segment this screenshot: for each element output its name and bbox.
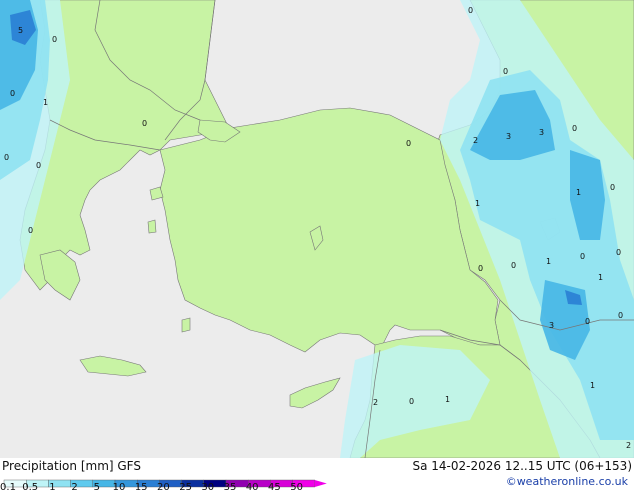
map-canvas: 5 0 0 1 0 0 0 0 0 0 0 2 3 3 0 0 1 1 0 0 … [0, 0, 634, 458]
contour-label: 2 [626, 441, 631, 450]
legend-label: 20 [157, 482, 170, 493]
contour-label: 0 [585, 317, 590, 326]
contour-label: 1 [445, 395, 450, 404]
contour-label: 1 [598, 273, 603, 282]
legend-label: 1 [49, 482, 56, 493]
contour-label: 1 [590, 381, 595, 390]
contour-label: 0 [511, 261, 516, 270]
legend-label: 15 [134, 482, 148, 493]
contour-label: 5 [18, 26, 23, 35]
legend-label: 25 [179, 482, 192, 493]
contour-label: 1 [43, 98, 48, 107]
contour-label: 0 [468, 6, 473, 15]
contour-label: 3 [549, 321, 554, 330]
legend-label: 2 [71, 482, 78, 493]
contour-label: 0 [10, 89, 15, 98]
contour-label: 0 [580, 252, 585, 261]
contour-label: 3 [539, 128, 544, 137]
contour-label: 0 [28, 226, 33, 235]
contour-label: 1 [475, 199, 480, 208]
legend-label: 0.1 [0, 482, 16, 493]
legend-label: 5 [93, 482, 100, 493]
contour-label: 3 [506, 132, 511, 141]
contour-label: 0 [618, 311, 623, 320]
legend-overflow-arrow [314, 480, 327, 487]
contour-label: 2 [473, 136, 478, 145]
contour-label: 0 [406, 139, 411, 148]
legend-label: 50 [290, 482, 303, 493]
contour-label: 0 [616, 248, 621, 257]
credit-link[interactable]: ©weatheronline.co.uk [506, 476, 628, 488]
legend-label: 35 [223, 482, 237, 493]
contour-label: 0 [409, 397, 414, 406]
legend-label: 10 [112, 482, 126, 493]
contour-label: 1 [546, 257, 551, 266]
contour-label: 0 [4, 153, 9, 162]
legend-label: 0.5 [22, 482, 39, 493]
contour-label: 2 [373, 398, 378, 407]
contour-label: 0 [52, 35, 57, 44]
map-title: Precipitation [mm] GFS [2, 459, 141, 473]
precipitation-map: 5 0 0 1 0 0 0 0 0 0 0 2 3 3 0 0 1 1 0 0 … [0, 0, 634, 458]
map-footer: Precipitation [mm] GFS Sa 14-02-2026 12.… [0, 458, 634, 493]
contour-label: 1 [576, 188, 581, 197]
contour-label: 0 [572, 124, 577, 133]
legend-label: 40 [245, 482, 259, 493]
contour-label: 0 [36, 161, 41, 170]
contour-label: 0 [478, 264, 483, 273]
legend-label: 45 [268, 482, 281, 493]
contour-label: 0 [142, 119, 147, 128]
legend-label: 30 [201, 482, 215, 493]
valid-time: Sa 14-02-2026 12..15 UTC (06+153) [412, 459, 632, 473]
rhodes-island [181, 317, 191, 333]
contour-label: 0 [503, 67, 508, 76]
chios-island [147, 219, 157, 234]
contour-label: 0 [610, 183, 615, 192]
